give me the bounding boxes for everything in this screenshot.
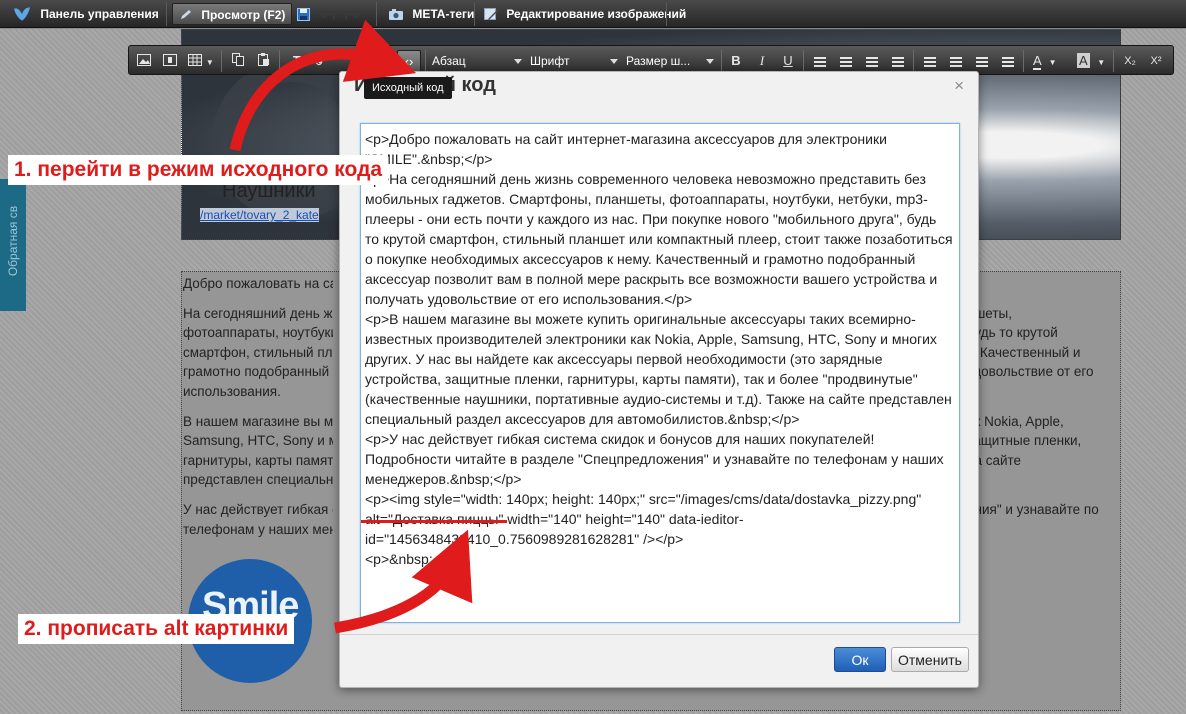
pen-icon bbox=[181, 10, 191, 19]
source-code-tooltip: Исходный код bbox=[364, 77, 452, 99]
copy-icon[interactable] bbox=[227, 50, 249, 72]
undo-icon[interactable] bbox=[320, 8, 336, 21]
topbar-item-label: Панель управления bbox=[40, 7, 159, 21]
content-line: удовольствие от его bbox=[967, 364, 1094, 379]
background-color-icon: A bbox=[1077, 53, 1090, 68]
paste-icon[interactable] bbox=[253, 50, 275, 72]
table-icon[interactable]: ▼ bbox=[185, 50, 217, 72]
topbar-control-panel[interactable]: Панель управления bbox=[6, 3, 165, 25]
align-justify-icon[interactable] bbox=[887, 50, 909, 72]
underline-button[interactable]: U bbox=[777, 50, 799, 72]
content-line: защитные пленки, bbox=[967, 433, 1082, 448]
content-line: гарнитуры, карты памят bbox=[183, 453, 333, 468]
code-icon: ‹› bbox=[404, 54, 414, 69]
content-line: смартфон, стильный пла bbox=[183, 345, 333, 360]
topbar-item-label: Редактирование изображений bbox=[506, 7, 687, 21]
content-line: ак Nokia, Apple, bbox=[967, 414, 1064, 429]
font-select[interactable]: Шрифт bbox=[526, 49, 622, 73]
font-size-select[interactable]: Размер ш... bbox=[622, 49, 718, 73]
paragraph-select[interactable]: Абзац bbox=[428, 49, 526, 73]
content-line: фотоаппараты, ноутбуки bbox=[183, 325, 333, 340]
redo-icon[interactable] bbox=[344, 8, 360, 21]
image-edit-icon bbox=[484, 8, 498, 20]
logo-bird-icon bbox=[14, 7, 30, 21]
topbar-preview-button[interactable]: Просмотр (F2) bbox=[172, 3, 293, 25]
content-line: ншеты, bbox=[967, 306, 1012, 321]
content-line: телефонам у наших мене bbox=[183, 522, 333, 537]
content-line: В нашем магазине вы м bbox=[183, 414, 333, 429]
content-line: Добро пожаловать на са bbox=[183, 276, 333, 291]
alt-underline-mark bbox=[361, 520, 507, 523]
chevron-down-icon bbox=[610, 59, 618, 64]
superscript-button[interactable]: X² bbox=[1145, 50, 1167, 72]
content-line: на сайте bbox=[967, 453, 1022, 468]
topbar-meta-tags[interactable]: META-теги bbox=[382, 3, 480, 25]
text-color-icon: A bbox=[1033, 53, 1041, 70]
admin-top-bar: Панель управления Просмотр (F2) META-тег… bbox=[0, 0, 1186, 28]
instruction-step-1: 1. перейти в режим исходного кода bbox=[8, 155, 389, 185]
instruction-step-2: 2. прописать alt картинки bbox=[18, 614, 295, 644]
align-center-icon[interactable] bbox=[835, 50, 857, 72]
subscript-button[interactable]: X₂ bbox=[1119, 50, 1141, 72]
source-code-button[interactable]: ‹› bbox=[397, 50, 421, 72]
content-line: грамотно подобранный а bbox=[183, 364, 333, 379]
source-code-dialog: Исходный код × <p>Добро пожаловать на са… bbox=[339, 71, 979, 688]
clear-format-icon[interactable]: T bbox=[285, 50, 307, 72]
font-size-select-value: Размер ш... bbox=[626, 54, 691, 68]
bold-button[interactable]: B bbox=[725, 50, 747, 72]
cancel-button[interactable]: Отменить bbox=[891, 647, 969, 672]
align-left-icon[interactable] bbox=[809, 50, 831, 72]
close-icon[interactable]: × bbox=[954, 76, 964, 96]
content-line: у. Качественный и bbox=[967, 345, 1081, 360]
align-right-icon[interactable] bbox=[861, 50, 883, 72]
bullet-list-icon[interactable] bbox=[919, 50, 941, 72]
content-line: Samsung, HTC, Sony и м bbox=[183, 433, 333, 448]
feedback-tab-label: Обратная св bbox=[6, 205, 20, 277]
paragraph-select-value: Абзац bbox=[432, 54, 466, 68]
content-line: На сегодняшний день жи bbox=[183, 306, 333, 321]
content-line: будь то крутой bbox=[967, 325, 1058, 340]
link-icon[interactable] bbox=[311, 50, 333, 72]
topbar-item-label: Просмотр (F2) bbox=[201, 8, 286, 22]
insert-image-icon[interactable] bbox=[133, 50, 155, 72]
indent-icon[interactable] bbox=[997, 50, 1019, 72]
outdent-icon[interactable] bbox=[971, 50, 993, 72]
numbered-list-icon[interactable] bbox=[945, 50, 967, 72]
font-select-value: Шрифт bbox=[530, 54, 570, 68]
source-code-textarea[interactable]: <p>Добро пожаловать на сайт интернет-маг… bbox=[360, 123, 960, 623]
topbar-image-editing[interactable]: Редактирование изображений bbox=[478, 3, 692, 25]
background-color-button[interactable]: A ▼ bbox=[1073, 50, 1109, 72]
dialog-footer: Ок Отменить bbox=[340, 634, 978, 687]
insert-media-icon[interactable] bbox=[159, 50, 181, 72]
chevron-down-icon bbox=[706, 59, 714, 64]
chevron-down-icon bbox=[514, 59, 522, 64]
content-line: представлен специальн bbox=[183, 472, 333, 487]
content-line: У нас действует гибкая с bbox=[183, 502, 333, 517]
topbar-item-label: META-теги bbox=[412, 7, 475, 21]
content-line: использования. bbox=[183, 384, 281, 399]
content-line: ения" и узнавайте по bbox=[967, 502, 1099, 517]
italic-button[interactable]: I bbox=[751, 50, 773, 72]
camera-icon bbox=[389, 9, 403, 20]
text-color-button[interactable]: A ▼ bbox=[1029, 50, 1065, 72]
save-icon[interactable] bbox=[297, 8, 310, 21]
ok-button[interactable]: Ок bbox=[834, 647, 886, 672]
feedback-tab[interactable]: Обратная св bbox=[0, 179, 26, 311]
hero-link[interactable]: /market/tovary_2_kate bbox=[200, 208, 319, 222]
